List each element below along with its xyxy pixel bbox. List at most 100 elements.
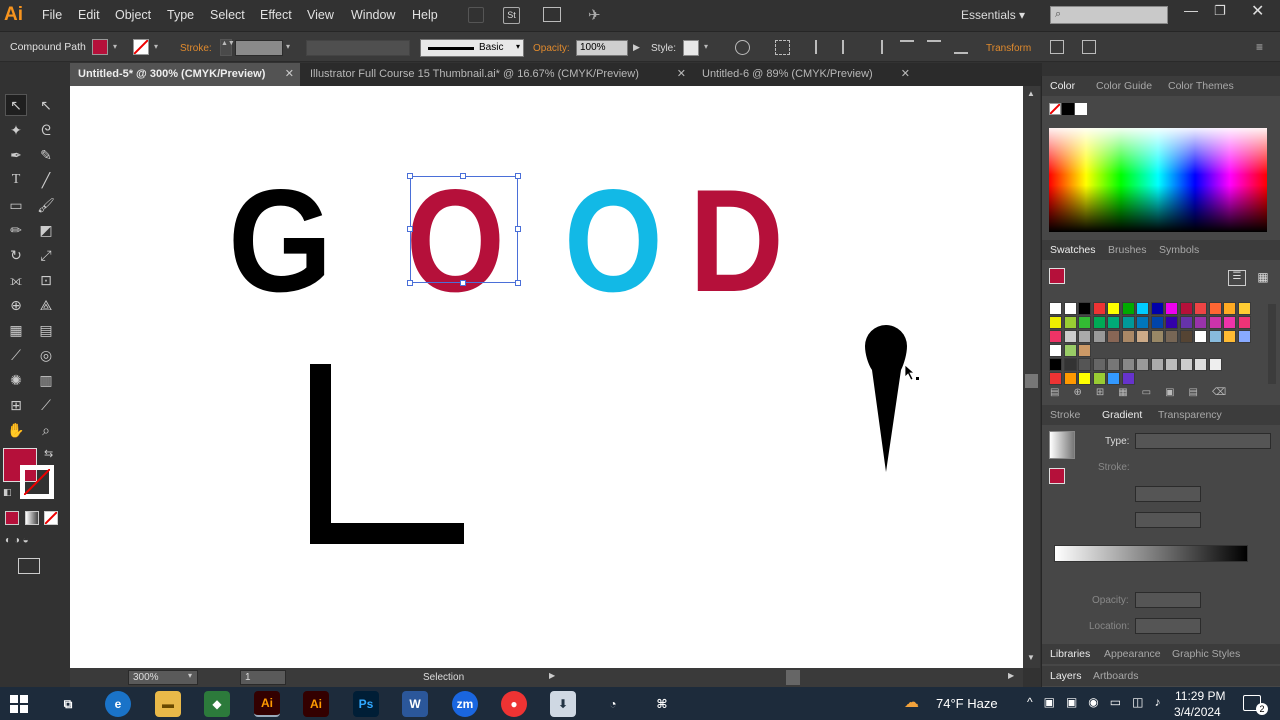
gradient-location-input[interactable] (1135, 618, 1201, 634)
selection-bounding-box[interactable] (407, 173, 521, 286)
scroll-thumb[interactable] (1025, 374, 1038, 388)
swatch-chip[interactable] (1223, 302, 1236, 315)
close-icon[interactable]: ✕ (901, 63, 910, 86)
opacity-input[interactable]: 100% (576, 40, 628, 56)
menu-window[interactable]: Window (351, 8, 395, 22)
swatch-chip[interactable] (1165, 302, 1178, 315)
type-tool-icon[interactable]: T (5, 169, 27, 191)
blend-tool-icon[interactable]: ◎ (35, 344, 57, 366)
color-spectrum-picker[interactable] (1049, 128, 1267, 232)
swatch-chip[interactable] (1121, 358, 1135, 371)
swatch-chip[interactable] (1121, 330, 1135, 343)
swatch-chip[interactable] (1223, 316, 1236, 329)
swatch-chip[interactable] (1063, 372, 1077, 385)
swatch-chip[interactable] (1179, 330, 1193, 343)
curvature-tool-icon[interactable]: ✎ (35, 144, 57, 166)
app-icon[interactable]: ◆ (204, 691, 230, 717)
weather-text[interactable]: 74°F Haze (936, 696, 998, 711)
opacity-arrow-icon[interactable]: ▶ (633, 42, 640, 53)
resize-handle[interactable] (515, 173, 521, 179)
gradient-thumbnail[interactable] (1049, 431, 1075, 459)
photoshop-icon[interactable]: Ps (353, 691, 379, 717)
black-color-chip[interactable] (1062, 103, 1074, 115)
stroke-weight-stepper[interactable]: ▲▼ (220, 39, 235, 56)
letter-g[interactable]: G (228, 168, 332, 314)
width-tool-icon[interactable]: ⟗ (5, 269, 27, 291)
tab-color-guide[interactable]: Color Guide (1096, 80, 1152, 92)
resize-handle[interactable] (515, 280, 521, 286)
swatch-chip[interactable] (1237, 302, 1251, 315)
align-bottom-icon[interactable] (954, 40, 968, 54)
swatch-chip[interactable] (1092, 316, 1106, 329)
swatch-chip[interactable] (1107, 358, 1120, 371)
color-mode-icon[interactable] (5, 511, 19, 525)
stroke-weight-input[interactable] (235, 40, 283, 56)
search-input[interactable]: ⌕ (1050, 6, 1168, 24)
grid-view-icon[interactable]: ▦ (1254, 270, 1272, 286)
swatch-chip[interactable] (1165, 358, 1178, 371)
stroke-color-box[interactable] (20, 465, 54, 499)
menu-select[interactable]: Select (210, 8, 245, 22)
clock-date[interactable]: 3/4/2024 (1174, 705, 1221, 719)
select-similar-icon[interactable] (1082, 40, 1096, 54)
windows-start-icon[interactable] (10, 695, 28, 713)
graphic-style-swatch[interactable] (683, 40, 699, 56)
file-explorer-icon[interactable]: ▬ (155, 691, 181, 717)
column-graph-tool-icon[interactable]: ▥ (35, 369, 57, 391)
swatch-chip[interactable] (1092, 302, 1106, 315)
symbol-sprayer-tool-icon[interactable]: ✺ (5, 369, 27, 391)
scale-tool-icon[interactable]: ⤢ (35, 244, 57, 266)
swatch-chip[interactable] (1150, 316, 1164, 329)
tab-symbols[interactable]: Symbols (1159, 244, 1199, 256)
align-right-icon[interactable] (869, 40, 883, 54)
eraser-tool-icon[interactable]: ◩ (35, 219, 57, 241)
zoom-tool-icon[interactable]: ⌕ (35, 419, 57, 441)
close-button[interactable]: ✕ (1251, 1, 1264, 21)
capcut-icon[interactable]: ⌘ (649, 691, 675, 717)
letter-l-base[interactable] (310, 523, 464, 544)
gradient-angle-input[interactable] (1135, 486, 1201, 502)
swatch-fill-preview[interactable] (1049, 268, 1065, 284)
swatch-chip[interactable] (1208, 316, 1222, 329)
swatch-chip[interactable] (1136, 316, 1149, 329)
recolor-artwork-icon[interactable] (735, 40, 750, 55)
stroke-dropdown-icon[interactable]: ▾ (154, 42, 158, 51)
swatch-chip[interactable] (1136, 302, 1149, 315)
arrange-documents-icon[interactable] (543, 7, 561, 22)
app-icon-circle[interactable]: ◔ (600, 691, 626, 717)
word-icon[interactable]: W (402, 691, 428, 717)
opacity-label[interactable]: Opacity: (533, 43, 570, 54)
align-left-icon[interactable] (815, 40, 829, 54)
transform-link[interactable]: Transform (986, 43, 1031, 54)
direct-selection-tool-icon[interactable]: ↖ (35, 94, 57, 116)
align-center-icon[interactable] (842, 40, 856, 54)
swatch-chip[interactable] (1078, 344, 1091, 357)
scroll-down-icon[interactable]: ▼ (1027, 653, 1035, 662)
free-transform-tool-icon[interactable]: ⊡ (35, 269, 57, 291)
tab-appearance[interactable]: Appearance (1104, 648, 1161, 660)
swatch-chip[interactable] (1237, 330, 1251, 343)
swatch-chip[interactable] (1194, 316, 1207, 329)
tab-swatches[interactable]: Swatches (1050, 244, 1096, 256)
clock-time[interactable]: 11:29 PM (1175, 689, 1225, 703)
tab-layers[interactable]: Layers (1050, 670, 1082, 682)
align-middle-icon[interactable] (927, 40, 941, 54)
swatch-chip[interactable] (1049, 316, 1062, 329)
stroke-weight-dropdown[interactable]: ▾ (286, 42, 290, 51)
swatch-grid[interactable] (1049, 302, 1259, 386)
swatch-chip[interactable] (1121, 302, 1135, 315)
menu-view[interactable]: View (307, 8, 334, 22)
style-dropdown-icon[interactable]: ▾ (704, 42, 708, 51)
swatch-chip[interactable] (1150, 358, 1164, 371)
fill-dropdown-icon[interactable]: ▾ (113, 42, 117, 51)
swatch-chip[interactable] (1063, 358, 1077, 371)
zoom-app-icon[interactable]: zm (452, 691, 478, 717)
tab-libraries[interactable]: Libraries (1050, 648, 1090, 660)
chrome-icon[interactable]: ● (501, 691, 527, 717)
tab-color[interactable]: Color (1050, 80, 1075, 92)
align-to-icon[interactable] (775, 40, 790, 55)
swatch-scrollbar[interactable] (1268, 304, 1276, 384)
menu-type[interactable]: Type (167, 8, 194, 22)
weather-icon[interactable]: ☁ (904, 693, 919, 711)
swatch-chip[interactable] (1107, 372, 1120, 385)
